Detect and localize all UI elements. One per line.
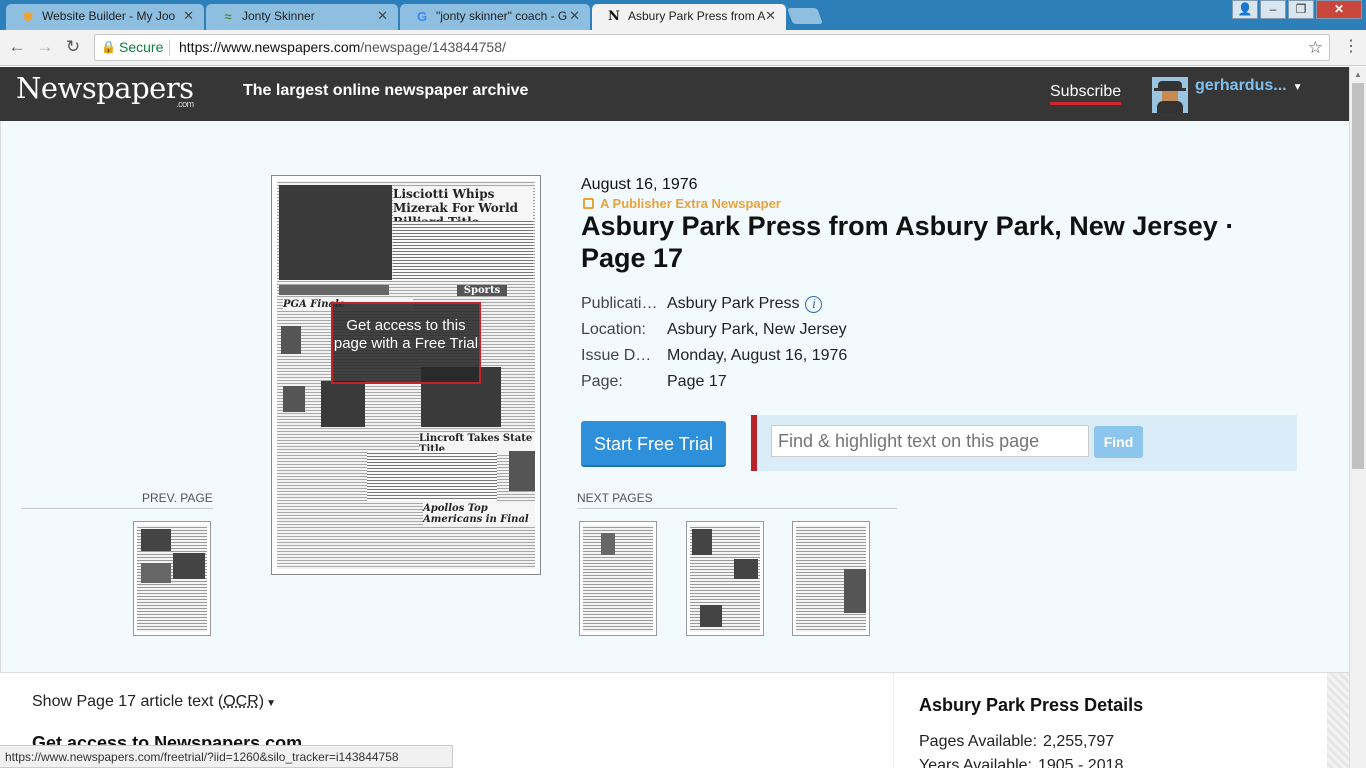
browser-tab-google-search[interactable]: G "jonty skinner" coach - G ✕: [400, 4, 590, 30]
next-pages-label: NEXT PAGES: [577, 491, 653, 505]
start-free-trial-button[interactable]: Start Free Trial: [581, 421, 726, 467]
detail-key: Pages Available:: [919, 733, 1038, 750]
meta-key: Page:: [581, 373, 623, 390]
tab-title: Website Builder - My Joo: [42, 9, 176, 23]
next-page-thumbnail[interactable]: [686, 521, 764, 636]
prev-page-thumbnail[interactable]: [133, 521, 211, 636]
decorative-strip: [1327, 673, 1349, 768]
joomla-icon: ✱: [22, 9, 34, 24]
browser-tab-asbury-park-press[interactable]: N Asbury Park Press from A ✕: [592, 4, 786, 31]
back-arrow-icon[interactable]: ←: [6, 37, 28, 57]
meta-key: Location:: [581, 321, 646, 338]
find-text-input[interactable]: [771, 425, 1089, 457]
issue-date: August 16, 1976: [581, 176, 698, 193]
google-icon: G: [416, 9, 428, 24]
user-menu[interactable]: gerhardus... ▼: [1195, 77, 1302, 95]
tab-title: Jonty Skinner: [242, 9, 315, 23]
new-tab-button[interactable]: [787, 8, 823, 24]
browser-menu-icon[interactable]: ⋮: [1343, 36, 1359, 56]
detail-row-pages: Pages Available: 2,255,797: [919, 733, 1114, 751]
browser-tab-jonty-skinner[interactable]: ≈ Jonty Skinner ✕: [206, 4, 398, 30]
page-number: Page 17: [667, 373, 727, 390]
page-title: Asbury Park Press from Asbury Park, New …: [581, 211, 1235, 273]
divider: [577, 508, 897, 509]
url-text: https://www.newspapers.com/newspage/1438…: [179, 39, 506, 55]
caret-down-icon: ▼: [266, 698, 277, 709]
publication-details-title: Asbury Park Press Details: [919, 695, 1144, 715]
detail-value: 1905 - 2018: [1037, 757, 1124, 768]
tab-title: Asbury Park Press from A: [628, 9, 766, 23]
page-viewer-section: Lisciotti Whips Mizerak For World Billia…: [0, 121, 1349, 672]
minimize-icon[interactable]: –: [1260, 0, 1286, 19]
meta-key: Issue Date:: [581, 347, 659, 364]
restore-icon[interactable]: ❐: [1288, 0, 1314, 19]
thumbnail-section: Sports: [457, 285, 507, 296]
next-page-thumbnail[interactable]: [579, 521, 657, 636]
site-header: Newspapers .com The largest online newspa…: [0, 67, 1349, 121]
address-bar[interactable]: 🔒 Secure https://www.newspapers.com/news…: [94, 34, 1330, 61]
lock-icon: 🔒: [101, 40, 116, 54]
site-favicon-icon: ≈: [224, 9, 232, 24]
thumbnail-headline: Apollos Top Americans in Final: [423, 503, 535, 525]
info-icon[interactable]: i: [805, 296, 823, 313]
forward-arrow-icon[interactable]: →: [34, 37, 56, 57]
ocr-text-toggle[interactable]: Show Page 17 article text (OCR) ▼: [32, 693, 276, 711]
prev-page-label: PREV. PAGE: [142, 491, 213, 505]
page-scrollbar[interactable]: ▲: [1349, 67, 1366, 768]
close-icon[interactable]: ✕: [569, 8, 580, 24]
divider: [893, 673, 894, 768]
address-separator: [169, 40, 170, 56]
window-close-icon[interactable]: ✕: [1316, 0, 1362, 19]
close-icon[interactable]: ✕: [765, 8, 776, 24]
status-url-bubble: https://www.newspapers.com/freetrial/?ii…: [0, 745, 453, 768]
scroll-up-icon[interactable]: ▲: [1354, 70, 1362, 79]
publication-link[interactable]: Asbury Park Press: [667, 295, 799, 312]
bookmark-star-icon[interactable]: ☆: [1308, 35, 1323, 60]
find-panel: Find: [751, 415, 1297, 471]
browser-tab-strip: ✱ Website Builder - My Joo ✕ ≈ Jonty Ski…: [0, 0, 1366, 31]
user-profile-icon[interactable]: 👤: [1232, 0, 1258, 19]
find-button[interactable]: Find: [1094, 426, 1143, 458]
newspapers-logo[interactable]: Newspapers .com: [16, 71, 194, 109]
avatar[interactable]: [1152, 77, 1188, 113]
subscribe-link[interactable]: Subscribe: [1050, 83, 1122, 105]
publisher-extra-icon: [583, 198, 594, 209]
tab-title: "jonty skinner" coach - G: [436, 9, 568, 23]
reload-icon[interactable]: ↻: [62, 37, 84, 57]
meta-key: Publication:: [581, 295, 659, 312]
secure-label: Secure: [119, 39, 164, 55]
close-icon[interactable]: ✕: [183, 8, 194, 24]
newspapers-icon: N: [608, 9, 620, 24]
detail-row-years: Years Available: 1905 - 2018: [919, 757, 1123, 768]
free-trial-overlay[interactable]: Get access to this page with a Free Tria…: [331, 302, 481, 384]
ocr-abbr: OCR: [223, 693, 259, 710]
browser-toolbar: ← → ↻ 🔒 Secure https://www.newspapers.co…: [0, 30, 1366, 66]
browser-tab-website-builder[interactable]: ✱ Website Builder - My Joo ✕: [6, 4, 204, 30]
site-tagline: The largest online newspaper archive: [243, 82, 529, 99]
scrollbar-thumb[interactable]: [1352, 83, 1364, 469]
detail-value: 2,255,797: [1043, 733, 1115, 750]
divider: [21, 508, 213, 509]
publisher-extra-badge[interactable]: A Publisher Extra Newspaper: [583, 196, 781, 211]
issue-date-link[interactable]: Monday, August 16, 1976: [667, 347, 847, 365]
caret-down-icon: ▼: [1292, 82, 1303, 93]
next-page-thumbnail[interactable]: [792, 521, 870, 636]
close-icon[interactable]: ✕: [377, 8, 388, 24]
location-link[interactable]: Asbury Park, New Jersey: [667, 321, 847, 339]
detail-key: Years Available:: [919, 757, 1032, 768]
